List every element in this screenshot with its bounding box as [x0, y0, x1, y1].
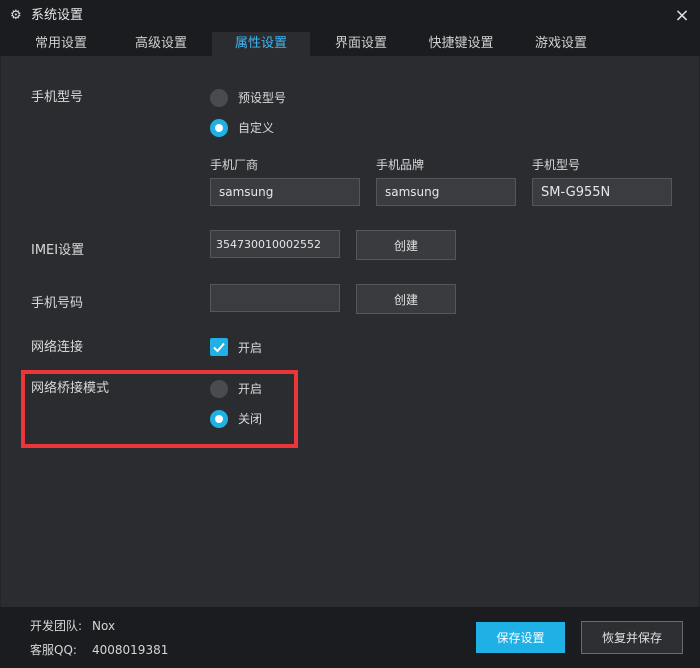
- gear-icon: ⚙: [10, 8, 22, 23]
- network-label: 网络连接: [31, 340, 84, 355]
- radio-preset-model[interactable]: [210, 89, 228, 107]
- settings-panel: 手机型号 预设型号 自定义 手机厂商 手机品牌 手机型号 IMEI设置 创建 手…: [0, 56, 700, 607]
- imei-input[interactable]: [210, 230, 340, 258]
- check-icon: [213, 342, 225, 353]
- tab-bar: 常用设置 高级设置 属性设置 界面设置 快捷键设置 游戏设置: [0, 32, 700, 56]
- custom-model-label: 自定义: [238, 121, 275, 135]
- model-input[interactable]: [532, 178, 672, 206]
- tab-shortcut-settings[interactable]: 快捷键设置: [414, 32, 508, 56]
- phone-model-label: 手机型号: [31, 90, 84, 105]
- bridge-on-label: 开启: [238, 382, 263, 396]
- manufacturer-input[interactable]: [210, 178, 360, 206]
- qq-value: 4008019381: [92, 643, 169, 657]
- bridge-mode-label: 网络桥接模式: [31, 381, 110, 396]
- radio-bridge-on[interactable]: [210, 380, 228, 398]
- team-value: Nox: [92, 619, 116, 633]
- model-label: 手机型号: [532, 158, 581, 172]
- preset-model-label: 预设型号: [238, 91, 287, 105]
- phone-number-input[interactable]: [210, 284, 340, 312]
- close-button[interactable]: ×: [672, 6, 692, 26]
- phone-number-create-button[interactable]: 创建: [356, 284, 456, 314]
- brand-label: 手机品牌: [376, 158, 425, 172]
- manufacturer-label: 手机厂商: [210, 158, 259, 172]
- qq-label: 客服QQ:: [30, 643, 77, 657]
- imei-label: IMEI设置: [31, 243, 85, 258]
- imei-create-button[interactable]: 创建: [356, 230, 456, 260]
- tab-property-settings[interactable]: 属性设置: [212, 32, 310, 56]
- network-checkbox[interactable]: [210, 338, 228, 356]
- radio-custom-model[interactable]: [210, 119, 228, 137]
- bridge-off-label: 关闭: [238, 412, 263, 426]
- network-enable-label: 开启: [238, 341, 263, 355]
- phone-number-label: 手机号码: [31, 296, 84, 311]
- save-settings-button[interactable]: 保存设置: [476, 622, 565, 653]
- brand-input[interactable]: [376, 178, 516, 206]
- tab-interface-settings[interactable]: 界面设置: [314, 32, 408, 56]
- team-label: 开发团队:: [30, 619, 83, 633]
- tab-advanced-settings[interactable]: 高级设置: [114, 32, 208, 56]
- tab-common-settings[interactable]: 常用设置: [14, 32, 108, 56]
- footer: 开发团队: Nox 客服QQ: 4008019381 保存设置 恢复并保存: [0, 607, 700, 668]
- restore-and-save-button[interactable]: 恢复并保存: [581, 621, 683, 654]
- window-title: 系统设置: [31, 8, 84, 23]
- radio-bridge-off[interactable]: [210, 410, 228, 428]
- tab-game-settings[interactable]: 游戏设置: [514, 32, 608, 56]
- title-bar: ⚙ 系统设置 ×: [0, 0, 700, 32]
